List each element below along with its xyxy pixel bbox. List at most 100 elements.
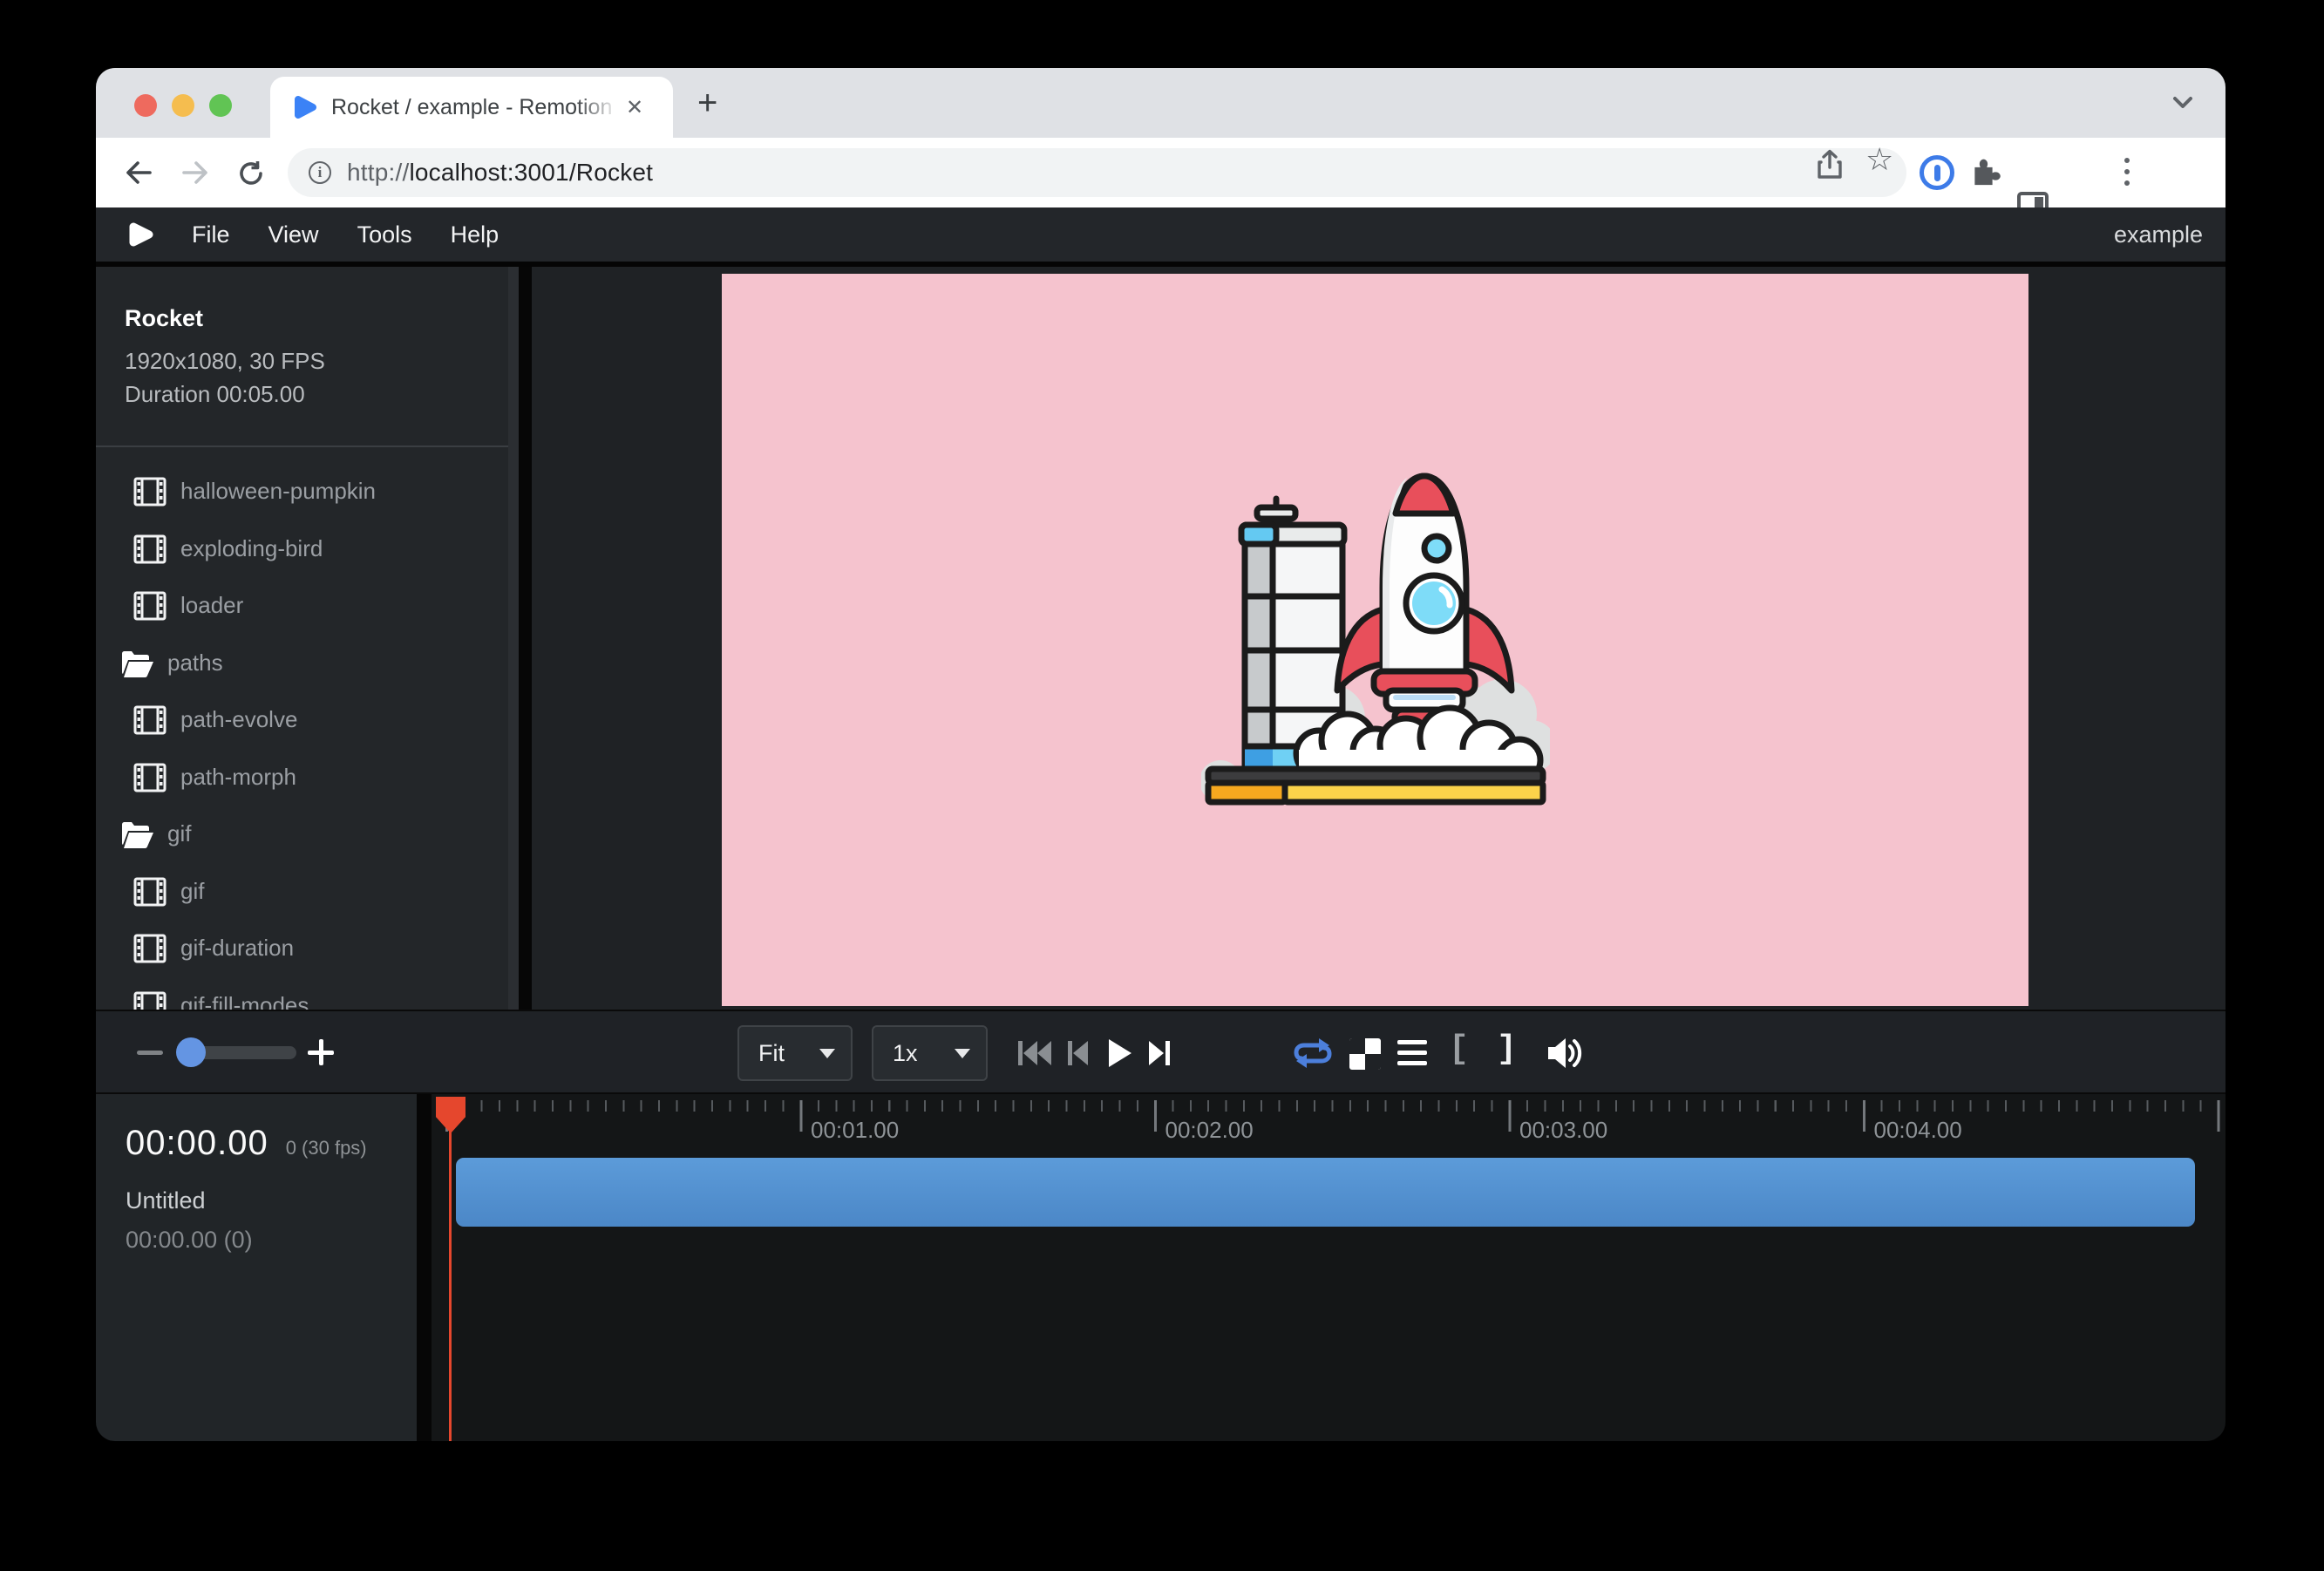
tab-title: Rocket / example - Remotion P [331, 95, 619, 120]
sidebar-item-loader[interactable]: loader [96, 577, 519, 635]
film-strip-icon [133, 534, 166, 564]
kebab-menu-icon[interactable] [2124, 155, 2130, 186]
in-point-icon[interactable]: [ [1449, 1030, 1469, 1068]
preview-canvas-area [532, 267, 2225, 1010]
chevron-down-icon [819, 1049, 835, 1058]
folder-open-icon [120, 650, 155, 678]
composition-list: halloween-pumpkin exploding-bird loader … [96, 463, 519, 1010]
skip-to-start-icon[interactable] [1016, 1037, 1053, 1069]
zoom-slider-knob[interactable] [176, 1037, 206, 1067]
film-strip-icon [133, 477, 166, 507]
list-item-label: exploding-bird [180, 535, 323, 562]
sidebar-item-path-evolve[interactable]: path-evolve [96, 691, 519, 749]
onepassword-icon[interactable] [1920, 155, 1954, 190]
zoom-in-icon[interactable] [308, 1039, 334, 1065]
url-bar[interactable]: i http://localhost:3001/Rocket [288, 148, 1906, 197]
star-icon[interactable]: ☆ [1865, 146, 1893, 173]
sidebar-folder-paths[interactable]: paths [96, 635, 519, 692]
list-item-label: gif-fill-modes [180, 992, 309, 1010]
compositions-sidebar: Rocket 1920x1080, 30 FPS Duration 00:05.… [96, 267, 519, 1010]
speed-dropdown-label: 1x [893, 1040, 918, 1067]
menu-tools[interactable]: Tools [357, 221, 412, 248]
previous-frame-icon[interactable] [1065, 1037, 1091, 1069]
reload-icon[interactable] [237, 160, 265, 187]
browser-tab[interactable]: Rocket / example - Remotion P ✕ [270, 77, 673, 138]
list-item-label: path-morph [180, 764, 296, 791]
close-window-button[interactable] [134, 94, 157, 117]
new-tab-button[interactable]: + [697, 87, 717, 119]
list-item-label: path-evolve [180, 706, 297, 733]
list-item-label: gif [167, 820, 191, 847]
transparency-checkerboard-icon[interactable] [1349, 1038, 1381, 1070]
timeline-left-panel: 00:00.00 0 (30 fps) Untitled 00:00.00 (0… [96, 1094, 417, 1441]
main-area: Rocket 1920x1080, 30 FPS Duration 00:05.… [96, 262, 2225, 1010]
list-item-label: gif [180, 878, 204, 905]
close-tab-icon[interactable]: ✕ [626, 95, 643, 120]
sidebar-item-exploding-bird[interactable]: exploding-bird [96, 520, 519, 578]
film-strip-icon [133, 763, 166, 792]
panel-gap [519, 267, 532, 1010]
film-strip-icon [133, 934, 166, 963]
extensions-puzzle-icon[interactable] [1968, 156, 2003, 191]
ruler-label: 00:02.00 [1165, 1117, 1254, 1144]
desktop: Rocket / example - Remotion P ✕ + i http… [0, 0, 2324, 1571]
next-frame-icon[interactable] [1145, 1037, 1173, 1069]
app-menu-bar: File View Tools Help example [96, 207, 2225, 262]
sidebar-item-halloween-pumpkin[interactable]: halloween-pumpkin [96, 463, 519, 520]
folder-open-icon [120, 821, 155, 849]
zoom-window-button[interactable] [209, 94, 232, 117]
current-time-display: 00:00.00 [126, 1124, 268, 1163]
chevron-down-icon [955, 1049, 970, 1058]
ruler-label: 00:03.00 [1519, 1117, 1607, 1144]
video-preview[interactable] [722, 274, 2028, 1006]
tab-search-chevron-icon[interactable] [2170, 94, 2196, 112]
sidebar-item-gif[interactable]: gif [96, 863, 519, 921]
play-icon[interactable] [1105, 1037, 1133, 1069]
rocket-illustration [1201, 457, 1550, 823]
sidebar-divider [96, 445, 519, 447]
timeline-zoom-slider[interactable] [179, 1046, 296, 1059]
film-strip-icon [133, 991, 166, 1010]
film-strip-icon [133, 877, 166, 907]
list-item-label: loader [180, 592, 243, 619]
timeline-track-area[interactable]: 00:01.0000:02.0000:03.0000:04.00 [432, 1094, 2225, 1441]
browser-window: Rocket / example - Remotion P ✕ + i http… [96, 68, 2225, 1441]
timeline: 00:00.00 0 (30 fps) Untitled 00:00.00 (0… [96, 1094, 2225, 1441]
forward-icon[interactable] [180, 160, 210, 186]
remotion-logo [127, 221, 153, 248]
speed-dropdown[interactable]: 1x [872, 1025, 988, 1081]
track-name: Untitled [126, 1187, 417, 1214]
current-frame-display: 0 (30 fps) [286, 1137, 367, 1160]
minimize-window-button[interactable] [172, 94, 194, 117]
volume-icon[interactable] [1545, 1034, 1585, 1072]
playhead-line[interactable] [449, 1097, 452, 1441]
player-toolbar: Fit 1x [ ] [96, 1010, 2225, 1094]
sidebar-scrollbar[interactable] [508, 267, 519, 1010]
info-icon[interactable]: i [309, 161, 331, 184]
composition-info: Rocket 1920x1080, 30 FPS Duration 00:05.… [96, 267, 519, 411]
size-dropdown-label: Fit [758, 1040, 785, 1067]
sidebar-folder-gif[interactable]: gif [96, 806, 519, 863]
out-point-icon[interactable]: ] [1497, 1030, 1517, 1068]
track-time: 00:00.00 (0) [126, 1227, 417, 1254]
composition-duration: Duration 00:05.00 [125, 377, 519, 411]
share-icon[interactable] [1815, 149, 1845, 180]
sequence-track-bar[interactable] [456, 1158, 2195, 1227]
menu-help[interactable]: Help [451, 221, 499, 248]
remotion-favicon [293, 95, 317, 119]
menu-file[interactable]: File [192, 221, 230, 248]
film-strip-icon [133, 591, 166, 621]
sidebar-item-gif-fill-modes[interactable]: gif-fill-modes [96, 977, 519, 1010]
composition-resolution: 1920x1080, 30 FPS [125, 344, 519, 377]
list-item-label: gif-duration [180, 935, 294, 962]
back-icon[interactable] [124, 160, 153, 186]
film-strip-icon [133, 705, 166, 735]
url-text: http://localhost:3001/Rocket [347, 159, 653, 187]
loop-icon[interactable] [1293, 1036, 1333, 1071]
sidebar-item-path-morph[interactable]: path-morph [96, 749, 519, 806]
menu-view[interactable]: View [268, 221, 319, 248]
timeline-rows-icon[interactable] [1397, 1040, 1427, 1065]
size-dropdown[interactable]: Fit [737, 1025, 853, 1081]
zoom-out-icon[interactable] [137, 1051, 163, 1055]
sidebar-item-gif-duration[interactable]: gif-duration [96, 920, 519, 977]
